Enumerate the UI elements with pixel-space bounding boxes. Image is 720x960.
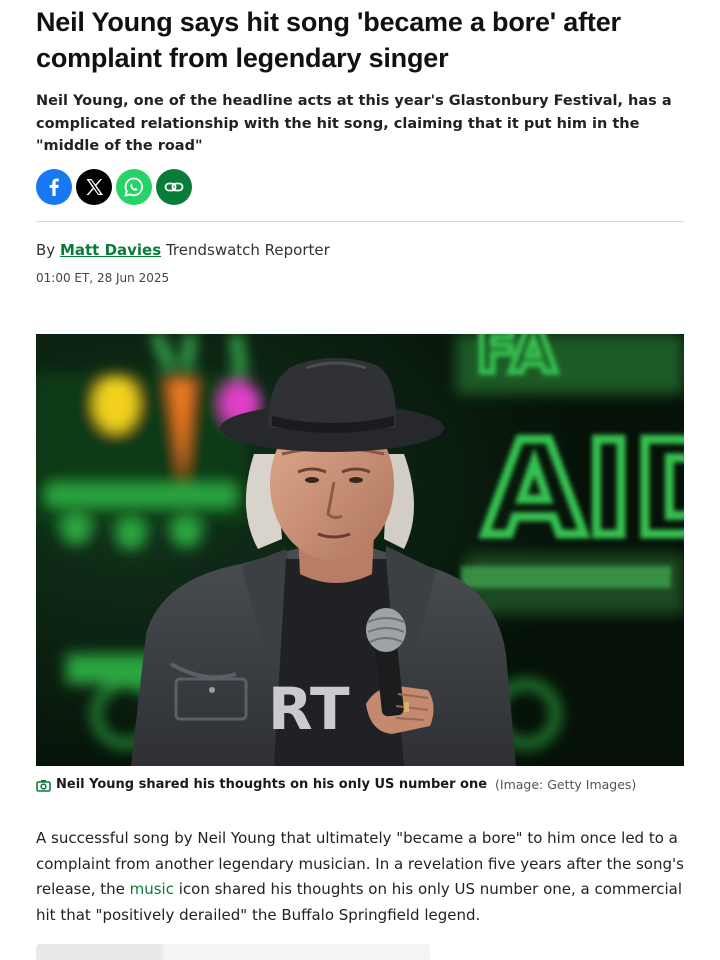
whatsapp-icon [124,177,143,197]
caption-text: Neil Young shared his thoughts on his on… [56,777,488,792]
author-link[interactable]: Matt Davies [60,241,161,259]
x-share-button[interactable] [76,169,112,205]
byline: By Matt Davies Trendswatch Reporter [36,238,330,262]
body-paragraph: A successful song by Neil Young that ult… [36,826,684,928]
hero-photo: AID FA RT [36,334,684,766]
whatsapp-share-button[interactable] [116,169,152,205]
byline-prefix: By [36,241,56,259]
backdrop-sign-text: AID [484,413,684,565]
related-box-edge [36,944,430,960]
image-caption: Neil Young shared his thoughts on his on… [36,775,684,795]
facebook-icon [49,178,59,196]
music-link[interactable]: music [130,880,174,898]
image-credit: (Image: Getty Images) [495,777,637,792]
article-headline: Neil Young says hit song 'became a bore'… [36,7,621,73]
camera-icon [36,779,51,792]
x-icon [86,179,103,195]
header-divider [36,221,684,222]
link-icon [164,182,184,192]
copy-link-button[interactable] [156,169,192,205]
share-bar [36,169,192,205]
related-box-tab[interactable] [36,944,163,960]
facebook-share-button[interactable] [36,169,72,205]
author-role: Trendswatch Reporter [165,241,330,259]
shirt-text: RT [268,675,350,743]
svg-text:FA: FA [476,334,557,387]
publish-timestamp: 01:00 ET, 28 Jun 2025 [36,271,170,285]
hero-image: AID FA RT [36,334,684,766]
article-standfirst: Neil Young, one of the headline acts at … [36,93,672,154]
